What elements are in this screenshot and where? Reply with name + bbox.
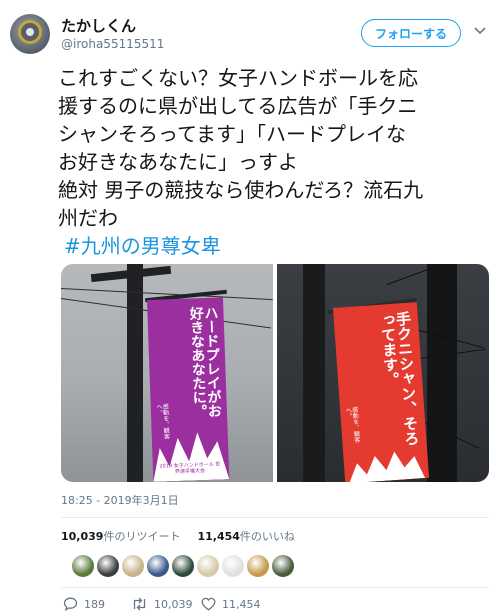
retweet-count: 10,039: [154, 597, 193, 611]
like-button[interactable]: 11,454: [201, 597, 261, 611]
retweets-count: 10,039: [61, 530, 104, 543]
photo-purple-banner[interactable]: ハードプレイがお好きなあなたに。 感動を、観客へ。 2019 女子ハンドボール …: [61, 264, 273, 482]
divider: [61, 587, 489, 588]
reply-button[interactable]: 189: [63, 597, 105, 611]
reply-icon: [63, 597, 78, 611]
tweet-line: 州だわ: [58, 206, 118, 230]
utility-pole: [127, 264, 143, 482]
red-banner: 手クニシャン、そろってます。 感動を、観客へ。: [333, 302, 430, 482]
liker-avatar-6[interactable]: [197, 555, 219, 577]
banner-side-text: 感動を、観客へ。: [344, 406, 361, 443]
banner-main-text: 手クニシャン、そろってます。: [377, 310, 421, 447]
tweet-line: これすごくない？女子ハンドボールを応: [58, 66, 418, 90]
avatar-center: [26, 28, 34, 36]
tweet-text: これすごくない？女子ハンドボールを応 援するのに県が出してる広告が「手クニ シャ…: [58, 64, 488, 260]
display-name[interactable]: たかしくん: [61, 15, 136, 36]
retweets-label: 件のリツイート: [103, 530, 181, 543]
liker-avatar-5[interactable]: [172, 555, 194, 577]
likes-count: 11,454: [197, 530, 240, 543]
liker-avatar-1[interactable]: [72, 555, 94, 577]
avatar[interactable]: [10, 14, 50, 54]
chevron-down-icon: [474, 27, 486, 35]
tweet-line: 援するのに県が出してる広告が「手クニ: [58, 94, 418, 118]
tweet-line: 絶対 男子の競技なら使わんだろ？流石九: [58, 178, 424, 202]
user-handle[interactable]: @iroha55115511: [61, 37, 164, 51]
liker-avatar-2[interactable]: [97, 555, 119, 577]
more-options-caret[interactable]: [472, 23, 488, 39]
heart-icon: [201, 597, 216, 611]
tweet-line: お好きなあなたに」っすよ: [58, 150, 298, 174]
tweet-line: シャンそろってます」「ハードプレイな: [58, 122, 406, 146]
tweet-card: たかしくん @iroha55115511 フォローする これすごくない？女子ハン…: [0, 0, 500, 616]
retweet-icon: [133, 597, 146, 611]
liker-avatar-3[interactable]: [122, 555, 144, 577]
utility-pole: [303, 264, 325, 482]
likes-stat[interactable]: 11,454件のいいね: [197, 530, 294, 543]
like-count: 11,454: [222, 597, 261, 611]
divider: [61, 517, 489, 518]
follow-button[interactable]: フォローする: [361, 19, 461, 47]
engagement-stats: 10,039件のリツイート 11,454件のいいね: [61, 528, 295, 544]
tweet-timestamp[interactable]: 18:25 - 2019年3月1日: [61, 492, 179, 508]
liker-avatar-7[interactable]: [222, 555, 244, 577]
banner-side-text: 感動を、観客へ。: [154, 403, 170, 440]
liker-avatar-8[interactable]: [247, 555, 269, 577]
liker-avatar-4[interactable]: [147, 555, 169, 577]
retweets-stat[interactable]: 10,039件のリツイート: [61, 530, 180, 543]
hashtag-link[interactable]: #九州の男尊女卑: [58, 232, 488, 260]
banner-main-text: ハードプレイがお好きなあなたに。: [187, 305, 223, 419]
photo-red-banner[interactable]: 手クニシャン、そろってます。 感動を、観客へ。: [277, 264, 489, 482]
reply-count: 189: [84, 597, 105, 611]
banner-event-text: 2019 女子ハンドボール 世界選手権大会: [159, 461, 221, 475]
retweet-button[interactable]: 10,039: [131, 597, 193, 611]
purple-banner: ハードプレイがお好きなあなたに。 感動を、観客へ。 2019 女子ハンドボール …: [147, 297, 230, 482]
tree-trunk: [427, 264, 457, 482]
liker-avatar-9[interactable]: [272, 555, 294, 577]
banner-flame-graphic: [347, 448, 425, 482]
likes-label: 件のいいね: [239, 530, 295, 543]
tweet-media: ハードプレイがお好きなあなたに。 感動を、観客へ。 2019 女子ハンドボール …: [61, 264, 489, 482]
